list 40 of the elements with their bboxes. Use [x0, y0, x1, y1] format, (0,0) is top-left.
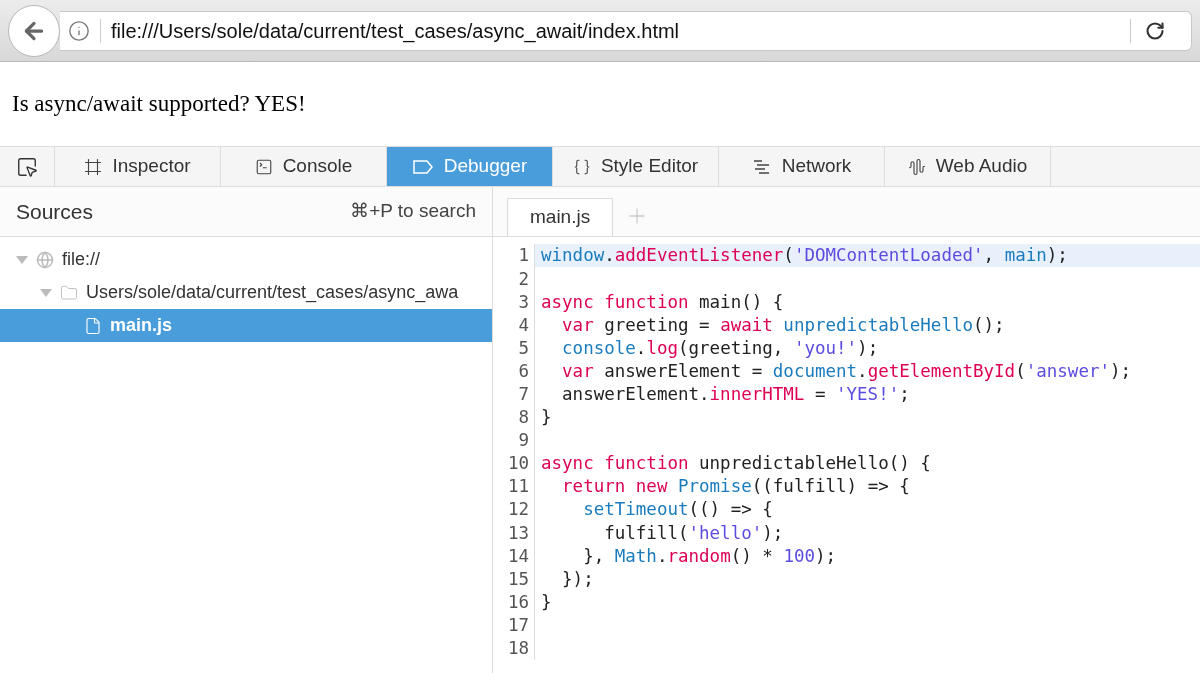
info-icon[interactable]: [68, 19, 90, 42]
code-line: }, Math.random() * 100);: [582, 544, 838, 568]
terminal-icon: [254, 157, 273, 176]
sources-title: Sources: [16, 198, 94, 225]
code-line: setTimeout(() => {: [582, 498, 774, 522]
devtools-tab[interactable]: Style Editor: [553, 147, 719, 186]
code-line: var greeting = await unpredictableHello();: [561, 313, 1006, 337]
tree-item[interactable]: Users/sole/data/current/test_cases/async_awa: [0, 276, 492, 309]
editor-tab[interactable]: main.js: [507, 198, 614, 236]
code-line: async function unpredictableHello() {: [540, 452, 932, 475]
search-shortcut: ⌘+P to search: [350, 199, 476, 224]
tree-item[interactable]: file://: [0, 243, 492, 276]
frame-icon: [84, 157, 103, 176]
braces-icon: [572, 157, 591, 176]
devtools-tab[interactable]: Network: [719, 147, 885, 186]
code-line: });: [561, 567, 595, 591]
code-line: }: [540, 406, 553, 429]
disclosure-icon: [16, 255, 28, 264]
file-icon: [84, 316, 102, 335]
tag-icon: [411, 158, 434, 175]
picker-icon: [16, 155, 38, 178]
code-line: var answerElement = document.getElementById('answer');: [561, 359, 1133, 383]
back-button[interactable]: [8, 4, 60, 57]
reload-icon[interactable]: [1145, 20, 1165, 41]
code-line: answerElement.innerHTML = 'YES!';: [561, 383, 911, 406]
waveform-icon: [907, 157, 926, 176]
devtools-tab[interactable]: Inspector: [55, 147, 221, 186]
code-line: fulfill('hello');: [603, 521, 785, 545]
code-line: return new Promise((fulfill) => {: [561, 475, 911, 499]
url-text: file:///Users/sole/data/current/test_cases/async_await/index.html: [111, 18, 681, 45]
disclosure-icon: [40, 288, 52, 297]
code-line: console.log(greeting, 'you!');: [561, 336, 880, 360]
lines-icon: [751, 158, 772, 175]
folder-icon: [60, 283, 78, 302]
page-text: Is async/await supported? YES!: [12, 89, 306, 118]
code-line: async function main() {: [540, 290, 785, 314]
globe-icon: [36, 250, 54, 269]
url-bar[interactable]: file:///Users/sole/data/current/test_cases/async_await/index.html: [60, 10, 1192, 51]
code-line: }: [540, 590, 553, 614]
devtools-tab[interactable]: Web Audio: [885, 147, 1051, 186]
